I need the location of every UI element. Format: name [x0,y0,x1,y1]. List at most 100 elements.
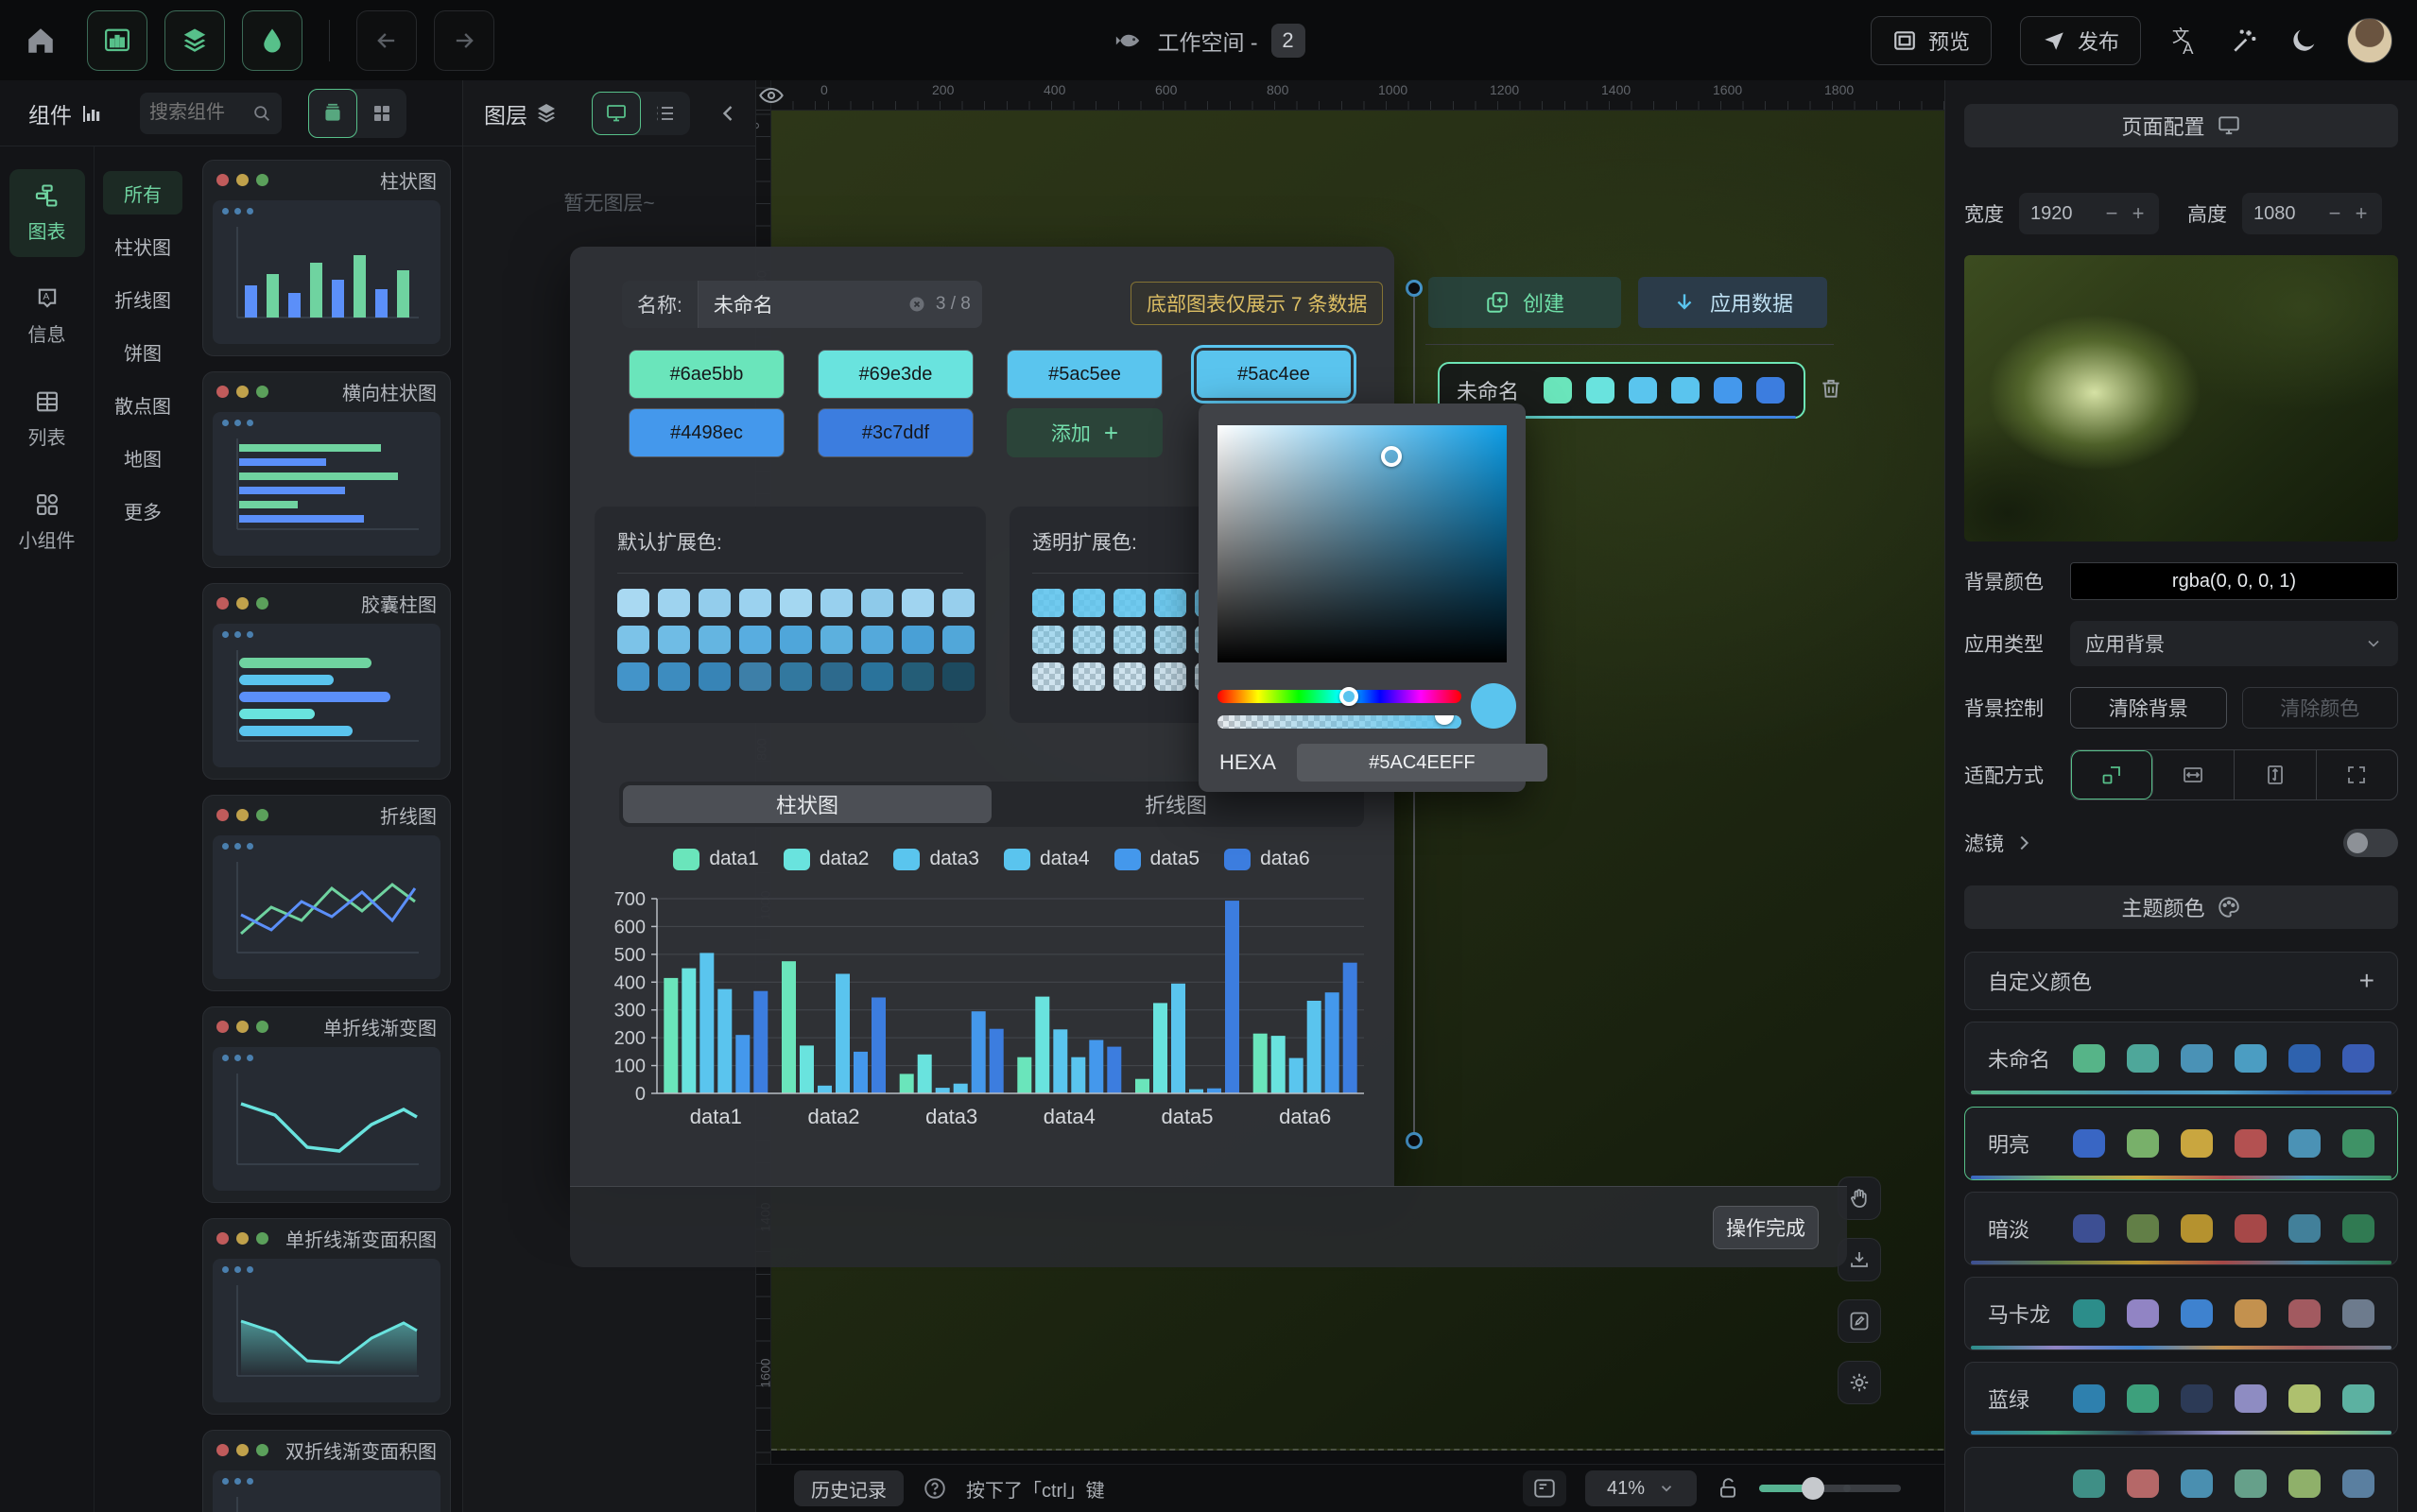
extension-color-cell[interactable] [861,626,893,654]
extension-color-cell[interactable] [699,662,731,691]
transparent-color-cell[interactable] [1114,589,1146,617]
help-icon[interactable] [923,1476,947,1501]
zoom-slider-knob[interactable] [1802,1477,1824,1500]
custom-color-card[interactable]: 自定义颜色 + [1964,952,2398,1010]
height-decrement[interactable]: − [2325,201,2344,226]
page-config-header[interactable]: 页面配置 [1964,104,2398,147]
extension-color-cell[interactable] [820,662,853,691]
component-card-横向柱状图[interactable]: 横向柱状图 [202,371,451,568]
theme-row-明亮[interactable]: 明亮 [1964,1107,2398,1180]
extension-color-cell[interactable] [942,662,975,691]
hue-slider[interactable] [1217,690,1461,703]
extension-color-cell[interactable] [902,589,934,617]
add-color-button[interactable]: 添加 + [1007,408,1163,457]
legend-item-data1[interactable]: data1 [673,848,759,870]
done-button[interactable]: 操作完成 [1713,1206,1819,1249]
saturation-value-area[interactable] [1217,425,1507,662]
extension-color-cell[interactable] [942,589,975,617]
transparent-color-cell[interactable] [1073,662,1105,691]
color-chip-#69e3de[interactable]: #69e3de [818,350,974,399]
extension-color-cell[interactable] [658,626,690,654]
width-decrement[interactable]: − [2102,201,2121,226]
clear-input-icon[interactable] [907,295,926,314]
extension-color-cell[interactable] [902,626,934,654]
alpha-slider[interactable] [1217,715,1461,729]
extension-color-cell[interactable] [739,662,771,691]
magic-wand-icon[interactable] [2230,26,2260,56]
view-toggle-grid[interactable] [357,89,406,138]
redo-button[interactable] [434,10,494,71]
color-chip-#5ac4ee[interactable]: #5ac4ee [1196,350,1352,399]
collapse-panel-icon[interactable] [717,102,740,125]
component-card-胶囊柱图[interactable]: 胶囊柱图 [202,583,451,780]
legend-item-data5[interactable]: data5 [1114,848,1200,870]
height-increment[interactable]: + [2352,201,2371,226]
color-chip-#6ae5bb[interactable]: #6ae5bb [629,350,785,399]
width-increment[interactable]: + [2129,201,2148,226]
category-散点图[interactable]: 散点图 [103,383,182,426]
component-card-单折线渐变图[interactable]: 单折线渐变图 [202,1006,451,1203]
fit-full-button[interactable] [2317,750,2398,799]
zoom-slider[interactable] [1759,1485,1901,1492]
view-toggle-list[interactable] [308,89,357,138]
edit-button[interactable] [1838,1299,1881,1343]
settings-button[interactable] [1838,1361,1881,1404]
width-value[interactable]: 1920 [2030,203,2095,225]
color-chip-#5ac5ee[interactable]: #5ac5ee [1007,350,1163,399]
filter-toggle[interactable] [2343,829,2398,857]
legend-item-data6[interactable]: data6 [1224,848,1310,870]
extension-color-cell[interactable] [739,626,771,654]
rail-item-小组件[interactable]: 小组件 [9,478,85,566]
clear-background-button[interactable]: 清除背景 [2070,687,2227,729]
category-地图[interactable]: 地图 [103,436,182,479]
fit-scale-button[interactable] [2071,750,2153,799]
theme-row-马卡龙[interactable]: 马卡龙 [1964,1277,2398,1350]
color-chip-#3c7ddf[interactable]: #3c7ddf [818,408,974,457]
transparent-color-cell[interactable] [1154,662,1186,691]
apply-data-button[interactable]: 应用数据 [1638,277,1827,328]
visibility-eye-icon[interactable] [758,82,785,109]
preview-button[interactable]: 预览 [1871,16,1992,65]
transparent-color-cell[interactable] [1154,626,1186,654]
theme-color-header[interactable]: 主题颜色 [1964,885,2398,929]
selection-handle-bottom[interactable] [1406,1132,1423,1149]
transparent-color-cell[interactable] [1032,626,1064,654]
minimap-button[interactable] [1523,1470,1566,1506]
transparent-color-cell[interactable] [1073,626,1105,654]
name-input[interactable] [714,293,898,316]
rail-item-图表[interactable]: 图表 [9,169,85,257]
fit-height-button[interactable] [2235,750,2317,799]
home-icon[interactable] [25,25,57,57]
extension-color-cell[interactable] [658,662,690,691]
category-折线图[interactable]: 折线图 [103,277,182,320]
history-button[interactable]: 历史记录 [794,1470,904,1506]
height-value[interactable]: 1080 [2253,203,2318,225]
width-stepper[interactable]: 1920 − + [2019,193,2159,234]
extension-color-cell[interactable] [861,589,893,617]
transparent-color-cell[interactable] [1032,589,1064,617]
zoom-level-select[interactable]: 41% [1585,1470,1697,1506]
rail-item-信息[interactable]: A信息 [9,272,85,360]
extension-color-cell[interactable] [942,626,975,654]
search-input[interactable] [149,102,246,124]
color-chip-#4498ec[interactable]: #4498ec [629,408,785,457]
category-更多[interactable]: 更多 [103,489,182,532]
extension-color-cell[interactable] [780,626,812,654]
avatar[interactable] [2347,18,2392,63]
component-card-单折线渐变面积图[interactable]: 单折线渐变面积图 [202,1218,451,1415]
height-stepper[interactable]: 1080 − + [2242,193,2382,234]
publish-button[interactable]: 发布 [2020,16,2141,65]
extension-color-cell[interactable] [820,589,853,617]
theme-row-暗淡[interactable]: 暗淡 [1964,1192,2398,1265]
prism-tool-button[interactable] [242,10,302,71]
lock-icon[interactable] [1716,1476,1740,1501]
layers-view-list[interactable] [641,92,690,135]
category-饼图[interactable]: 饼图 [103,330,182,373]
extension-color-cell[interactable] [699,626,731,654]
extension-color-cell[interactable] [617,626,649,654]
component-search[interactable] [140,93,282,134]
layers-tool-button[interactable] [164,10,225,71]
sv-handle[interactable] [1381,446,1402,467]
chart-tool-button[interactable] [87,10,147,71]
selection-handle-top[interactable] [1406,280,1423,297]
